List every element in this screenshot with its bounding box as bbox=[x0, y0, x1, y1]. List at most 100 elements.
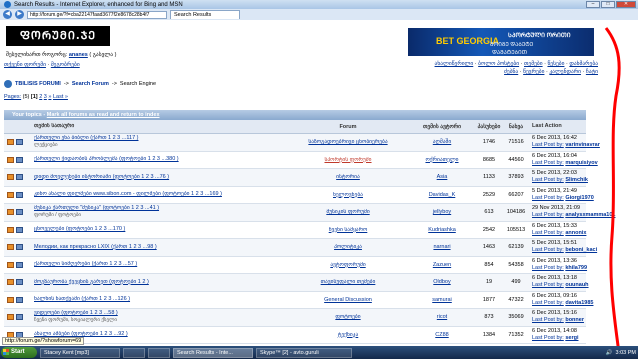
mark-read-link[interactable]: Mark all forums as read and return to in… bbox=[47, 112, 160, 118]
clock[interactable]: 3:03 PM bbox=[616, 350, 636, 356]
topic-views: 105513 bbox=[506, 226, 526, 233]
last-post-link[interactable]: Last Post by: bbox=[532, 282, 564, 288]
topic-author-link[interactable]: ricot bbox=[410, 314, 474, 320]
topic-author-link[interactable]: Davidas_K bbox=[410, 192, 474, 198]
topic-forum-link[interactable]: ტექნიკა bbox=[286, 332, 410, 338]
col-title[interactable]: თემის სათაური bbox=[32, 123, 286, 130]
last-post-link[interactable]: Last Post by: bbox=[532, 160, 564, 166]
col-forum[interactable]: Forum bbox=[286, 124, 410, 130]
col-last-action[interactable]: Last Action bbox=[528, 123, 586, 130]
last-post-user[interactable]: annonix bbox=[565, 230, 586, 236]
minimize-button[interactable]: – bbox=[586, 1, 600, 8]
topic-title-link[interactable]: ქართული ჭიდაობის პრობლემა (ფოტოები 1 2 3… bbox=[34, 156, 286, 163]
back-icon[interactable]: ◀ bbox=[3, 10, 12, 19]
topic-forum-link[interactable]: ისტორია bbox=[286, 174, 410, 180]
topic-author-link[interactable]: აღმაში bbox=[410, 139, 474, 145]
last-post-user[interactable]: sergi bbox=[565, 335, 578, 341]
topic-forum-link[interactable]: საზოგადოებრივი ცნობიერება bbox=[286, 139, 410, 145]
taskbar-item-browser[interactable]: Search Results - Inte... bbox=[173, 347, 253, 358]
table-row: ცხოველები (ფოტოები 1 2 3 ...170 ) ჩვენი ს… bbox=[4, 222, 586, 239]
topic-author-link[interactable]: samurai bbox=[410, 297, 474, 303]
topic-author-link[interactable]: Asia bbox=[410, 174, 474, 180]
nav-last-posts[interactable]: ბოლო პოსტები bbox=[478, 61, 519, 67]
topic-title-link[interactable]: დიდი მოვლენები ისტორიაში (ფოტოები 1 2 3 … bbox=[34, 174, 286, 181]
next-page-link[interactable]: » bbox=[48, 94, 51, 100]
nav-my-forum[interactable]: თქვენი ფორუმი bbox=[4, 62, 46, 68]
pages-label[interactable]: Pages: bbox=[4, 94, 21, 100]
start-button[interactable]: Start bbox=[1, 347, 37, 358]
nav-search[interactable]: ძებნა bbox=[504, 69, 518, 75]
table-row: Мелодии, как прекрасно LXIX (ქართ 1 2 3 … bbox=[4, 239, 597, 257]
last-page-link[interactable]: Last » bbox=[53, 94, 68, 100]
site-logo[interactable]: ᲤᲝᲠᲣᲛᲘ.ᲯᲔ bbox=[6, 26, 110, 46]
maximize-button[interactable]: □ bbox=[601, 1, 615, 8]
last-post-user[interactable]: Slimchik bbox=[565, 177, 588, 183]
last-post-link[interactable]: Last Post by: bbox=[532, 230, 564, 236]
col-views[interactable]: ნახვა bbox=[504, 124, 528, 130]
nav-rules[interactable]: წესები bbox=[547, 61, 564, 67]
last-post-link[interactable]: Last Post by: bbox=[532, 195, 564, 201]
username-link[interactable]: ananes bbox=[69, 52, 88, 58]
topic-author-link[interactable]: Kudriashka bbox=[410, 227, 474, 233]
last-post-link[interactable]: Last Post by: bbox=[532, 265, 564, 271]
taskbar-item-skype[interactable]: Skype™ [2] - avto.guruli bbox=[256, 347, 352, 358]
taskbar-item-app3[interactable] bbox=[148, 347, 170, 358]
topic-author-link[interactable]: jellyboy bbox=[410, 209, 474, 215]
topic-title-link[interactable]: ქართული სიმღერები (ქართ 1 2 3 ...57 ) bbox=[34, 261, 286, 268]
topic-forum-link[interactable]: სპორტის ფორუმი bbox=[286, 157, 410, 163]
topic-author-link[interactable]: Zazuen bbox=[410, 262, 474, 268]
topic-forum-link[interactable]: მუსიკის ფორუმი bbox=[286, 209, 410, 215]
topic-title-link[interactable]: ქართული ენა ბიბლი (ქართ 1 2 3 ...117 ) bbox=[34, 135, 286, 142]
topic-forum-link[interactable]: ფოტოები bbox=[286, 314, 410, 320]
topic-title-link[interactable]: Мелодии, как прекрасно LXIX (ქართ 1 2 3 … bbox=[34, 244, 286, 251]
topic-title-link[interactable]: ხალხის ნათქვამი (ქართ 1 2 3 ...126 ) bbox=[34, 296, 286, 303]
nav-friends[interactable]: მეგობრები bbox=[51, 62, 80, 68]
topic-forum-link[interactable]: ავტოფორუმი bbox=[286, 262, 410, 268]
last-post-link[interactable]: Last Post by: bbox=[532, 177, 564, 183]
topic-author-link[interactable]: narnari bbox=[410, 244, 474, 250]
nav-members[interactable]: წევრები bbox=[523, 69, 544, 75]
logout-link[interactable]: ( გასვლა ) bbox=[89, 52, 116, 58]
close-button[interactable]: ✕ bbox=[616, 1, 636, 8]
breadcrumb-search[interactable]: Search Forum bbox=[72, 81, 109, 87]
last-post-user[interactable]: bonner bbox=[565, 317, 584, 323]
topic-forum-link[interactable]: თავისუფალი თემები bbox=[286, 279, 410, 285]
topic-author-link[interactable]: Oldboy bbox=[410, 279, 474, 285]
forum-home-icon[interactable] bbox=[4, 80, 12, 88]
volume-icon[interactable]: 🔊 bbox=[606, 350, 613, 356]
topic-title-link[interactable]: ცხოველები (ფოტოები 1 2 3 ...170 ) bbox=[34, 226, 286, 233]
forward-icon[interactable]: ▶ bbox=[15, 10, 24, 19]
taskbar-item-music[interactable]: Stacey Kent [mp3] bbox=[40, 347, 120, 358]
last-post-link[interactable]: Last Post by: bbox=[532, 142, 564, 148]
taskbar-item-app2[interactable] bbox=[123, 347, 145, 358]
page-3-link[interactable]: 3 bbox=[44, 94, 47, 100]
ad-banner[interactable]: BET GEORGIA ᲡᲞᲝᲠᲢᲣᲚᲘ ᲝᲠᲘᲗᲘ ᲛᲝᲘᲒᲔ ᲓᲐᲑᲔᲢᲔ … bbox=[408, 28, 594, 56]
last-post-link[interactable]: Last Post by: bbox=[532, 335, 564, 341]
topic-description: ჩვენი ფორუმი, სოციალური ქსელი bbox=[34, 317, 117, 324]
col-replies[interactable]: პასუხები bbox=[474, 124, 504, 130]
last-post-link[interactable]: Last Post by: bbox=[532, 247, 564, 253]
last-post-link[interactable]: Last Post by: bbox=[532, 212, 564, 218]
nav-calendar[interactable]: კალენდარი bbox=[549, 69, 581, 75]
col-author[interactable]: თემის ავტორი bbox=[410, 124, 474, 130]
topic-forum-link[interactable]: General Discussion bbox=[286, 297, 410, 303]
url-field[interactable]: http://forum.ge/?f=cba22147faad3677f2e86… bbox=[27, 10, 167, 19]
nav-new-posts[interactable]: ახალიწერილი bbox=[435, 61, 474, 67]
last-post-user[interactable]: khila799 bbox=[565, 265, 587, 271]
topic-status-icons bbox=[4, 279, 32, 286]
page-2-link[interactable]: 2 bbox=[39, 94, 42, 100]
breadcrumb-root[interactable]: TBILISIS FORUMI bbox=[15, 81, 61, 87]
nav-topics[interactable]: თემები bbox=[524, 61, 543, 67]
last-post-link[interactable]: Last Post by: bbox=[532, 317, 564, 323]
topic-forum-link[interactable]: ხელოვნება bbox=[286, 192, 410, 198]
topic-author-link[interactable]: ოქრიათელი bbox=[410, 157, 474, 163]
topic-forum-link[interactable]: პოლიტიკა bbox=[286, 244, 410, 250]
window-title: Search Results - Internet Explorer, enha… bbox=[14, 1, 183, 8]
topic-author-link[interactable]: CZ88 bbox=[410, 332, 474, 338]
topic-title-link[interactable]: მოგზაურობა ქვეყნის გარეთ (ფოტოები 1 2 ) bbox=[34, 279, 286, 286]
tab-search-results[interactable]: Search Results bbox=[170, 10, 240, 19]
topic-forum-link[interactable]: ჩვენი სამყარო bbox=[286, 227, 410, 233]
topic-type-icon bbox=[16, 279, 23, 286]
topic-title-link[interactable]: კინო ახალი ფილმები www.sibon.com - ფილმე… bbox=[34, 191, 286, 198]
last-post-link[interactable]: Last Post by: bbox=[532, 300, 564, 306]
